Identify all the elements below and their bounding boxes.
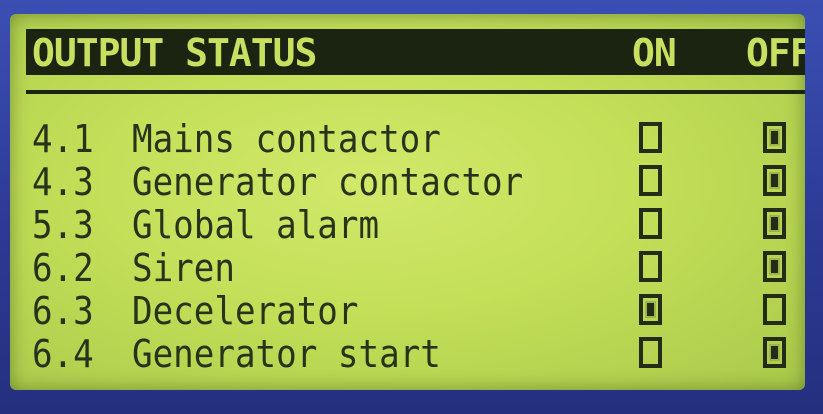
header-divider bbox=[26, 90, 805, 94]
on-state-checkbox bbox=[639, 122, 662, 153]
on-state-checkbox bbox=[639, 251, 662, 282]
on-state-checkbox bbox=[639, 165, 662, 196]
page-title: OUTPUT STATUS bbox=[32, 31, 317, 75]
off-state-checkbox bbox=[763, 294, 786, 325]
header-bar: OUTPUT STATUS ON OFF bbox=[26, 29, 805, 75]
output-row: 4.1 Mains contactor bbox=[28, 118, 805, 161]
lcd-screen: OUTPUT STATUS ON OFF 4.1 Mains contactor… bbox=[10, 14, 805, 390]
output-number: 6.3 bbox=[32, 289, 94, 333]
output-number: 6.4 bbox=[32, 332, 94, 376]
device-bezel: OUTPUT STATUS ON OFF 4.1 Mains contactor… bbox=[0, 0, 823, 414]
output-label: Mains contactor bbox=[132, 117, 441, 161]
on-state-checkbox bbox=[639, 208, 662, 239]
output-row: 5.3 Global alarm bbox=[28, 204, 805, 247]
output-row: 6.2 Siren bbox=[28, 247, 805, 290]
output-label: Siren bbox=[132, 246, 235, 290]
output-number: 5.3 bbox=[32, 203, 94, 247]
output-row: 6.3 Decelerator bbox=[28, 290, 805, 333]
output-label: Generator start bbox=[132, 332, 441, 376]
output-row: 4.3 Generator contactor bbox=[28, 161, 805, 204]
output-row: 6.4 Generator start bbox=[28, 333, 805, 376]
on-state-checkbox bbox=[639, 337, 662, 368]
off-state-checkbox bbox=[763, 165, 786, 196]
output-number: 4.3 bbox=[32, 160, 94, 204]
output-label: Generator contactor bbox=[132, 160, 524, 204]
output-number: 6.2 bbox=[32, 246, 94, 290]
on-column-header: ON bbox=[632, 31, 677, 75]
on-state-checkbox bbox=[639, 294, 662, 325]
off-state-checkbox bbox=[763, 251, 786, 282]
output-label: Global alarm bbox=[132, 203, 380, 247]
off-column-header: OFF bbox=[746, 31, 805, 75]
off-state-checkbox bbox=[763, 208, 786, 239]
output-number: 4.1 bbox=[32, 117, 94, 161]
off-state-checkbox bbox=[763, 122, 786, 153]
output-label: Decelerator bbox=[132, 289, 359, 333]
off-state-checkbox bbox=[763, 337, 786, 368]
